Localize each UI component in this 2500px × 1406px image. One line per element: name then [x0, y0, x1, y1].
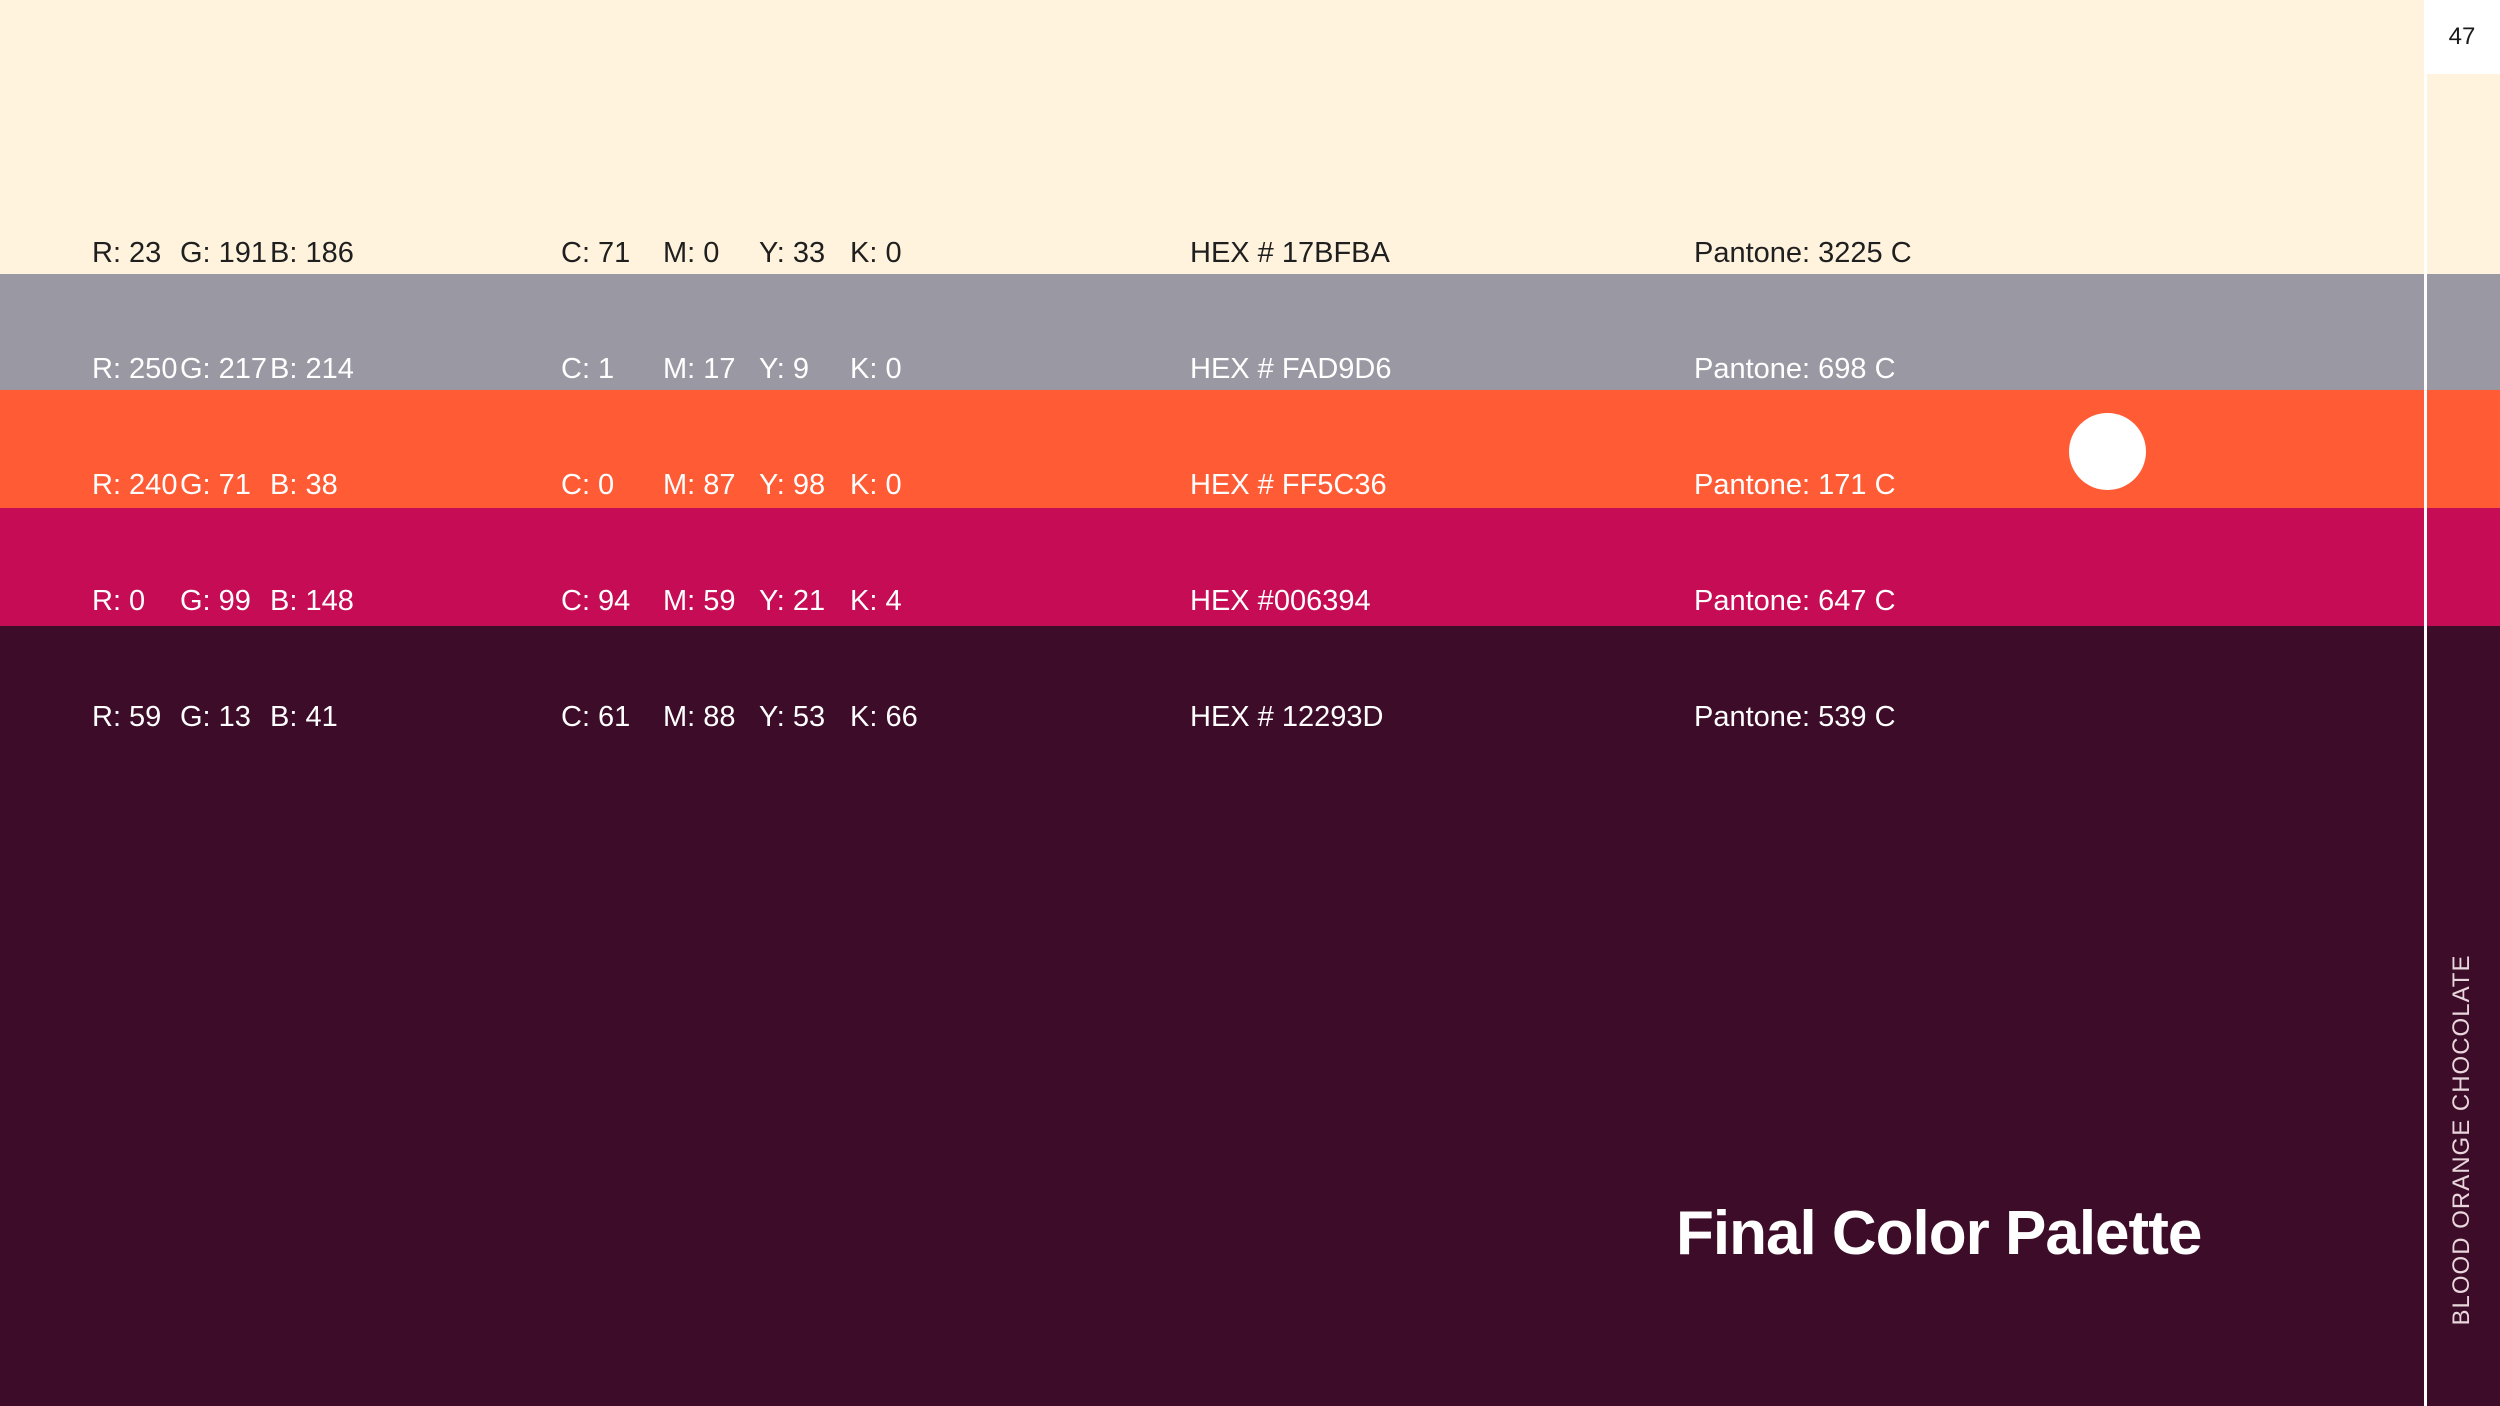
page-number: 47: [2424, 0, 2500, 74]
cmyk-y: Y: 21: [759, 585, 826, 617]
pantone-value: Pantone: 171 C: [1694, 469, 1896, 501]
rgb-r: R: 250: [92, 353, 178, 385]
section-label-vertical: BLOOD ORANGE CHOCOLATE: [2448, 954, 2475, 1326]
rgb-r: R: 23: [92, 237, 162, 269]
cmyk-c: C: 94: [561, 585, 631, 617]
palette-page: 47 BLOOD ORANGE CHOCOLATE R: 23 G: 191 B: …: [0, 0, 2500, 1406]
pantone-value: Pantone: 698 C: [1694, 353, 1896, 385]
rgb-g: G: 71: [180, 469, 251, 501]
cmyk-k: K: 0: [850, 353, 902, 385]
pantone-value: Pantone: 539 C: [1694, 701, 1896, 733]
page-title: Final Color Palette: [1676, 1199, 2202, 1268]
cmyk-m: M: 88: [663, 701, 736, 733]
rail-divider: [2424, 70, 2427, 1406]
cmyk-k: K: 0: [850, 469, 902, 501]
pantone-value: Pantone: 3225 C: [1694, 237, 1912, 269]
rgb-g: G: 191: [180, 237, 268, 269]
cmyk-m: M: 59: [663, 585, 736, 617]
decorative-dot: [2069, 413, 2146, 490]
cmyk-y: Y: 98: [759, 469, 826, 501]
rgb-g: G: 13: [180, 701, 251, 733]
rgb-r: R: 240: [92, 469, 178, 501]
cmyk-c: C: 71: [561, 237, 631, 269]
rgb-g: G: 99: [180, 585, 251, 617]
hex-value: HEX # FAD9D6: [1190, 353, 1392, 385]
hex-value: HEX #006394: [1190, 585, 1371, 617]
hex-value: HEX # 12293D: [1190, 701, 1384, 733]
swatch-band-5: [0, 626, 2424, 1406]
cmyk-k: K: 66: [850, 701, 918, 733]
rgb-g: G: 217: [180, 353, 268, 385]
rgb-r: R: 59: [92, 701, 162, 733]
cmyk-m: M: 0: [663, 237, 720, 269]
pantone-value: Pantone: 647 C: [1694, 585, 1896, 617]
rgb-b: B: 186: [270, 237, 354, 269]
cmyk-k: K: 4: [850, 585, 902, 617]
swatch-band-1: [0, 0, 2424, 274]
cmyk-c: C: 61: [561, 701, 631, 733]
rgb-b: B: 41: [270, 701, 338, 733]
cmyk-c: C: 0: [561, 469, 615, 501]
cmyk-k: K: 0: [850, 237, 902, 269]
cmyk-m: M: 17: [663, 353, 736, 385]
cmyk-m: M: 87: [663, 469, 736, 501]
rgb-b: B: 214: [270, 353, 354, 385]
cmyk-y: Y: 53: [759, 701, 826, 733]
hex-value: HEX # FF5C36: [1190, 469, 1387, 501]
hex-value: HEX # 17BFBA: [1190, 237, 1390, 269]
cmyk-y: Y: 9: [759, 353, 809, 385]
rgb-b: B: 148: [270, 585, 354, 617]
rgb-r: R: 0: [92, 585, 146, 617]
rgb-b: B: 38: [270, 469, 338, 501]
cmyk-y: Y: 33: [759, 237, 826, 269]
cmyk-c: C: 1: [561, 353, 615, 385]
